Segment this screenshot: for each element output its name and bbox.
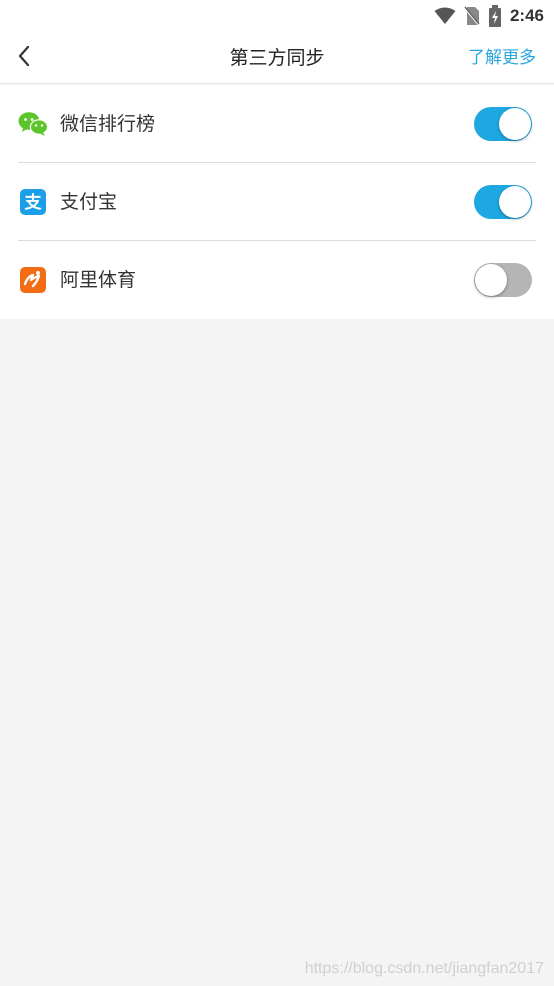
list-item-alipay: 支 支付宝	[0, 163, 554, 241]
wechat-label: 微信排行榜	[60, 113, 156, 135]
toggle-knob	[499, 108, 531, 140]
toggle-knob	[499, 186, 531, 218]
ali-sports-label: 阿里体育	[60, 269, 137, 291]
wechat-toggle[interactable]	[474, 107, 532, 141]
alipay-icon: 支	[18, 189, 48, 215]
ali-sports-icon	[18, 267, 48, 293]
learn-more-link[interactable]: 了解更多	[468, 32, 536, 84]
svg-text:支: 支	[25, 192, 43, 213]
status-bar: 2:46	[0, 0, 554, 32]
alipay-toggle[interactable]	[474, 185, 532, 219]
list-item-ali-sports: 阿里体育	[0, 241, 554, 319]
no-sim-icon	[464, 6, 480, 26]
title-bar: 第三方同步 了解更多	[0, 32, 554, 84]
wifi-icon	[434, 7, 456, 25]
wechat-icon	[18, 111, 48, 137]
toggle-knob	[475, 264, 507, 296]
sync-list: 微信排行榜 支 支付宝 阿里体育	[0, 85, 554, 319]
alipay-label: 支付宝	[60, 191, 118, 213]
battery-charging-icon	[488, 5, 502, 27]
ali-sports-toggle[interactable]	[474, 263, 532, 297]
screen: 2:46 第三方同步 了解更多 微信排行榜 支 支付宝 阿里体育 https:/…	[0, 0, 554, 986]
status-time: 2:46	[509, 6, 544, 25]
list-item-wechat: 微信排行榜	[0, 85, 554, 163]
watermark: https://blog.csdn.net/jiangfan2017	[304, 960, 544, 977]
